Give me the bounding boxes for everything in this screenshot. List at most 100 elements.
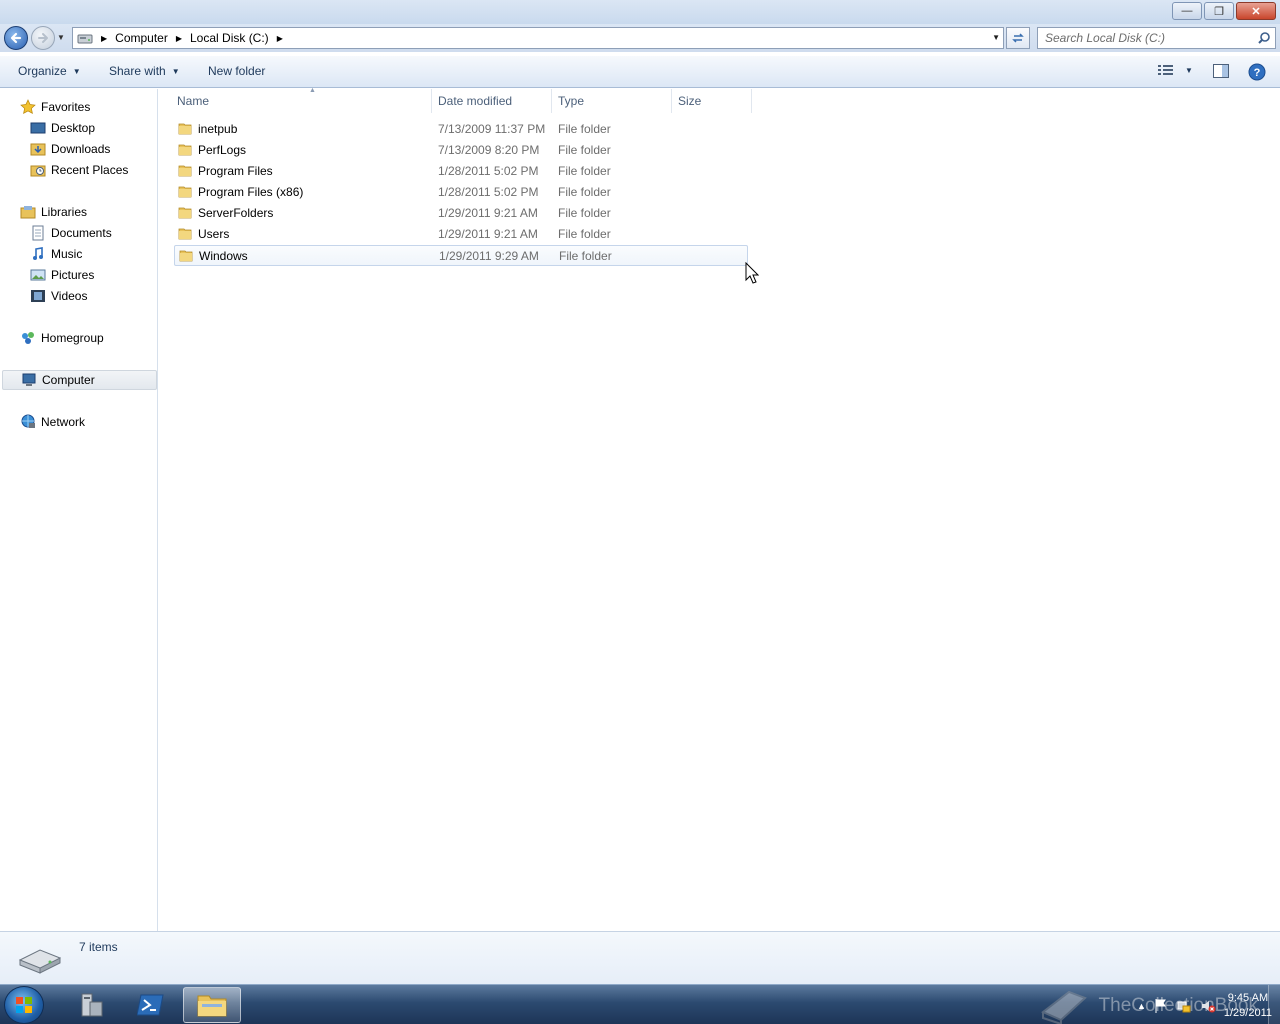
nav-item-label: Pictures — [51, 268, 95, 282]
nav-item-desktop[interactable]: Desktop — [0, 118, 157, 138]
folder-icon — [197, 995, 227, 1017]
folder-icon — [178, 207, 192, 219]
column-header-size[interactable]: Size — [672, 89, 752, 113]
window-controls: — ❐ ✕ — [1172, 2, 1276, 20]
nav-item-music[interactable]: Music — [0, 244, 157, 264]
nav-favorites[interactable]: Favorites — [0, 97, 157, 117]
taskbar-windows-explorer[interactable] — [183, 987, 241, 1023]
file-row[interactable]: Program Files (x86) 1/28/2011 5:02 PM Fi… — [174, 182, 748, 203]
book-icon — [1040, 990, 1087, 1024]
back-button[interactable] — [4, 26, 28, 50]
file-date: 1/29/2011 9:29 AM — [439, 249, 539, 263]
file-date: 7/13/2009 8:20 PM — [438, 143, 540, 157]
nav-libraries[interactable]: Libraries — [0, 202, 157, 222]
nav-item-documents[interactable]: Documents — [0, 223, 157, 243]
desktop-icon — [30, 120, 46, 136]
clock-time: 9:45 AM — [1227, 992, 1269, 1004]
back-arrow-icon — [10, 32, 22, 44]
nav-favorites-label: Favorites — [41, 100, 91, 114]
change-view-button[interactable]: ▼ — [1157, 63, 1193, 77]
file-date: 7/13/2009 11:37 PM — [438, 122, 546, 136]
column-header-type[interactable]: Type — [552, 89, 672, 113]
nav-item-label: Music — [51, 247, 83, 261]
column-header-date-modified[interactable]: Date modified — [432, 89, 552, 113]
navigation-pane: Favorites Desktop Downloads Recent Place… — [0, 89, 158, 931]
file-name: Windows — [199, 249, 248, 263]
address-history-dropdown[interactable]: ▼ — [992, 33, 1000, 42]
forward-button[interactable] — [31, 26, 55, 50]
star-icon — [20, 99, 36, 115]
nav-computer[interactable]: Computer — [2, 370, 157, 390]
file-type: File folder — [558, 227, 611, 241]
refresh-button[interactable] — [1006, 27, 1030, 49]
nav-network[interactable]: Network — [0, 412, 157, 432]
nav-homegroup[interactable]: Homegroup — [0, 328, 157, 348]
file-date: 1/28/2011 5:02 PM — [438, 185, 539, 199]
column-size-label: Size — [678, 94, 702, 108]
computer-icon — [21, 372, 37, 388]
refresh-icon — [1012, 33, 1024, 43]
nav-libraries-label: Libraries — [41, 205, 88, 219]
column-header-name[interactable]: Name ▲ — [171, 87, 432, 113]
column-type-label: Type — [558, 94, 585, 108]
search-icon[interactable] — [1257, 31, 1271, 45]
taskbar: TheCollectionBook ▲ 9:45 AM 1/29/2011 — [0, 984, 1280, 1024]
file-row[interactable]: inetpub 7/13/2009 11:37 PM File folder — [174, 119, 748, 140]
search-input[interactable] — [1038, 28, 1248, 48]
nav-item-recent-places[interactable]: Recent Places — [0, 160, 157, 180]
show-hidden-icons-icon[interactable]: ▲ — [1137, 1001, 1146, 1011]
close-button[interactable]: ✕ — [1236, 2, 1276, 20]
file-name: PerfLogs — [198, 143, 247, 157]
recent-places-icon — [30, 162, 46, 178]
nav-item-label: Downloads — [51, 142, 111, 156]
file-type: File folder — [558, 122, 611, 136]
file-list: Name ▲ Date modified Type Size inetpub 7… — [159, 87, 1280, 931]
share-with-button[interactable]: Share with ▼ — [109, 64, 180, 78]
file-date: 1/29/2011 9:21 AM — [438, 206, 538, 220]
breadcrumb-local-disk[interactable]: Local Disk (C:) — [186, 31, 273, 45]
libraries-icon — [20, 204, 36, 220]
file-type: File folder — [558, 206, 611, 220]
help-button[interactable]: ? — [1248, 63, 1266, 81]
file-row[interactable]: Program Files 1/28/2011 5:02 PM File fol… — [174, 161, 748, 182]
breadcrumb-separator-icon[interactable]: ▶ — [97, 34, 111, 43]
item-count: 7 items — [79, 940, 118, 954]
minimize-button[interactable]: — — [1172, 2, 1202, 20]
nav-network-label: Network — [41, 415, 86, 429]
recent-pages-dropdown[interactable]: ▼ — [57, 33, 65, 42]
file-date: 1/28/2011 5:02 PM — [438, 164, 539, 178]
breadcrumb-separator-icon[interactable]: ▶ — [172, 34, 186, 43]
sort-ascending-icon: ▲ — [309, 87, 316, 94]
file-type: File folder — [558, 164, 611, 178]
volume-muted-icon[interactable] — [1200, 998, 1216, 1014]
preview-pane-button[interactable] — [1212, 63, 1230, 79]
chevron-down-icon: ▼ — [1185, 65, 1193, 75]
file-row[interactable]: Windows 1/29/2011 9:29 AM File folder — [174, 245, 748, 266]
chevron-down-icon: ▼ — [171, 66, 180, 76]
file-row[interactable]: PerfLogs 7/13/2009 8:20 PM File folder — [174, 140, 748, 161]
taskbar-server-manager[interactable] — [62, 987, 120, 1023]
breadcrumb-computer[interactable]: Computer — [111, 31, 172, 45]
file-row[interactable]: ServerFolders 1/29/2011 9:21 AM File fol… — [174, 203, 748, 224]
file-row[interactable]: Users 1/29/2011 9:21 AM File folder — [174, 224, 748, 245]
start-button[interactable] — [4, 986, 44, 1024]
search-box[interactable] — [1037, 27, 1276, 49]
new-folder-button[interactable]: New folder — [208, 64, 265, 78]
address-row: ▼ ▶ Computer ▶ Local Disk (C:) ▶ ▼ — [0, 24, 1280, 52]
show-desktop-button[interactable] — [1268, 985, 1280, 1024]
nav-item-videos[interactable]: Videos — [0, 286, 157, 306]
breadcrumb-separator-icon[interactable]: ▶ — [273, 34, 287, 43]
network-tray-icon[interactable] — [1176, 998, 1192, 1014]
nav-item-label: Videos — [51, 289, 88, 303]
organize-button[interactable]: Organize ▼ — [18, 64, 81, 78]
nav-item-pictures[interactable]: Pictures — [0, 265, 157, 285]
address-bar[interactable]: ▶ Computer ▶ Local Disk (C:) ▶ ▼ — [72, 27, 1004, 49]
clock[interactable]: 9:45 AM 1/29/2011 — [1224, 991, 1272, 1021]
svg-text:?: ? — [1254, 67, 1261, 79]
action-center-flag-icon[interactable] — [1154, 998, 1168, 1014]
maximize-button[interactable]: ❐ — [1204, 2, 1234, 20]
taskbar-powershell[interactable] — [122, 987, 180, 1023]
file-type: File folder — [558, 185, 611, 199]
nav-item-downloads[interactable]: Downloads — [0, 139, 157, 159]
nav-item-label: Documents — [51, 226, 112, 240]
